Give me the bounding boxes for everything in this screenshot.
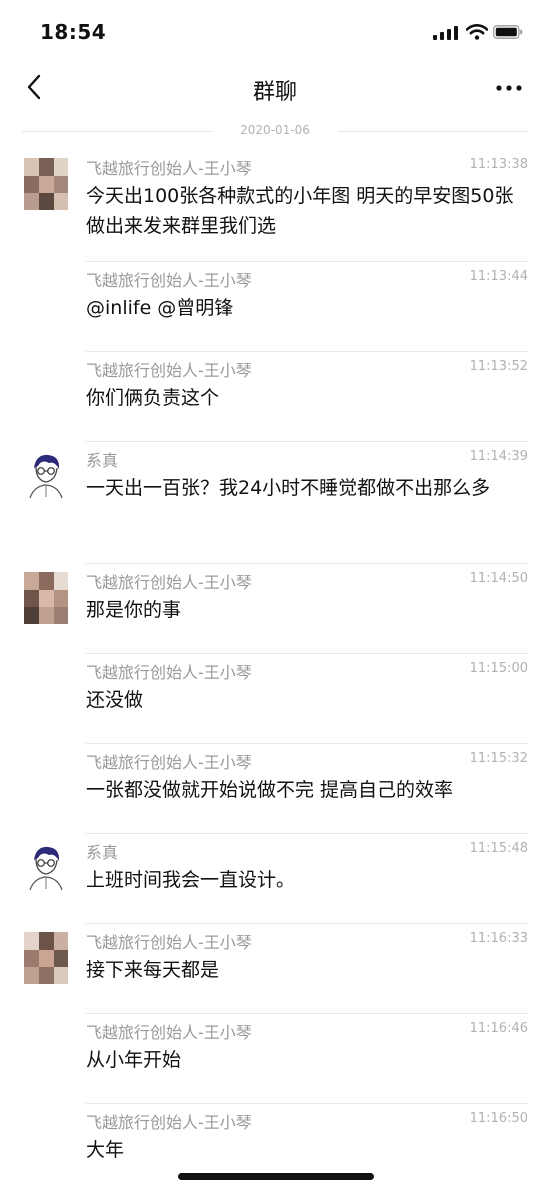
message-time: 11:14:39 — [469, 449, 528, 464]
chat-title: 群聊 — [252, 80, 297, 105]
sender-name: 飞越旅行创始人-王小琴 — [86, 663, 252, 682]
message-time: 11:13:44 — [469, 269, 528, 284]
message-item[interactable]: 系真 11:14:39 一天出一百张？我24小时不睡觉都做不出那么多 — [0, 442, 550, 564]
status-bar: 18:54 — [0, 0, 550, 60]
message-time: 11:16:46 — [469, 1021, 528, 1036]
message-text: @inlife @曾明锋 — [86, 297, 234, 319]
message-item[interactable]: 飞越旅行创始人-王小琴 11:15:32 一张都没做就开始说做不完 提高自己的效… — [0, 744, 550, 834]
sender-name: 飞越旅行创始人-王小琴 — [86, 1023, 252, 1042]
wifi-icon — [466, 24, 488, 40]
sender-name: 飞越旅行创始人-王小琴 — [86, 573, 252, 592]
sender-name: 飞越旅行创始人-王小琴 — [86, 159, 252, 178]
sender-avatar-photo-icon[interactable] — [22, 932, 70, 984]
battery-icon — [493, 25, 523, 39]
navigation-bar: 群聊 — [0, 60, 550, 116]
sender-avatar-cartoon-icon[interactable] — [22, 450, 70, 502]
sender-name: 飞越旅行创始人-王小琴 — [86, 1113, 252, 1132]
message-item[interactable]: 飞越旅行创始人-王小琴 11:14:50 那是你的事 — [0, 564, 550, 654]
message-time: 11:13:52 — [469, 359, 528, 374]
sender-name: 飞越旅行创始人-王小琴 — [86, 933, 252, 952]
message-time: 11:15:32 — [469, 751, 528, 766]
message-item[interactable]: 飞越旅行创始人-王小琴 11:13:52 你们俩负责这个 — [0, 352, 550, 442]
message-text: 还没做 — [86, 689, 144, 711]
message-text: 一张都没做就开始说做不完 提高自己的效率 — [86, 779, 454, 801]
message-text: 那是你的事 — [86, 599, 182, 621]
message-item[interactable]: 飞越旅行创始人-王小琴 11:13:44 @inlife @曾明锋 — [0, 262, 550, 352]
cellular-signal-icon — [433, 26, 459, 40]
status-time: 18:54 — [40, 20, 107, 44]
message-item[interactable]: 飞越旅行创始人-王小琴 11:16:33 接下来每天都是 — [0, 924, 550, 1014]
more-options-icon[interactable] — [494, 78, 524, 98]
sender-name: 飞越旅行创始人-王小琴 — [86, 753, 252, 772]
sender-avatar-photo-icon[interactable] — [22, 158, 70, 210]
message-item[interactable]: 飞越旅行创始人-王小琴 11:15:00 还没做 — [0, 654, 550, 744]
sender-name: 系真 — [86, 451, 119, 470]
message-text: 接下来每天都是 — [86, 959, 220, 981]
message-time: 11:13:38 — [469, 157, 528, 172]
date-divider: 2020-01-06 — [22, 122, 528, 140]
home-indicator[interactable] — [178, 1173, 374, 1180]
sender-name: 系真 — [86, 843, 119, 862]
message-item[interactable]: 飞越旅行创始人-王小琴 11:13:38 今天出100张各种款式的小年图 明天的… — [0, 150, 550, 262]
message-item[interactable]: 飞越旅行创始人-王小琴 11:16:50 大年 — [0, 1104, 550, 1184]
message-text: 大年 — [86, 1139, 125, 1161]
sender-avatar-photo-icon[interactable] — [22, 572, 70, 624]
message-time: 11:16:33 — [469, 931, 528, 946]
message-item[interactable]: 系真 11:15:48 上班时间我会一直设计。 — [0, 834, 550, 924]
date-label: 2020-01-06 — [240, 123, 310, 137]
message-text: 从小年开始 — [86, 1049, 182, 1071]
message-text: 今天出100张各种款式的小年图 明天的早安图50张 做出来发来群里我们选 — [86, 185, 514, 237]
sender-name: 飞越旅行创始人-王小琴 — [86, 361, 252, 380]
message-item[interactable]: 飞越旅行创始人-王小琴 11:16:46 从小年开始 — [0, 1014, 550, 1104]
message-time: 11:15:48 — [469, 841, 528, 856]
sender-avatar-cartoon-icon[interactable] — [22, 842, 70, 894]
message-time: 11:15:00 — [469, 661, 528, 676]
message-time: 11:14:50 — [469, 571, 528, 586]
message-text: 一天出一百张？我24小时不睡觉都做不出那么多 — [86, 477, 491, 499]
message-time: 11:16:50 — [469, 1111, 528, 1126]
message-text: 上班时间我会一直设计。 — [86, 869, 296, 891]
sender-name: 飞越旅行创始人-王小琴 — [86, 271, 252, 290]
message-text: 你们俩负责这个 — [86, 387, 220, 409]
